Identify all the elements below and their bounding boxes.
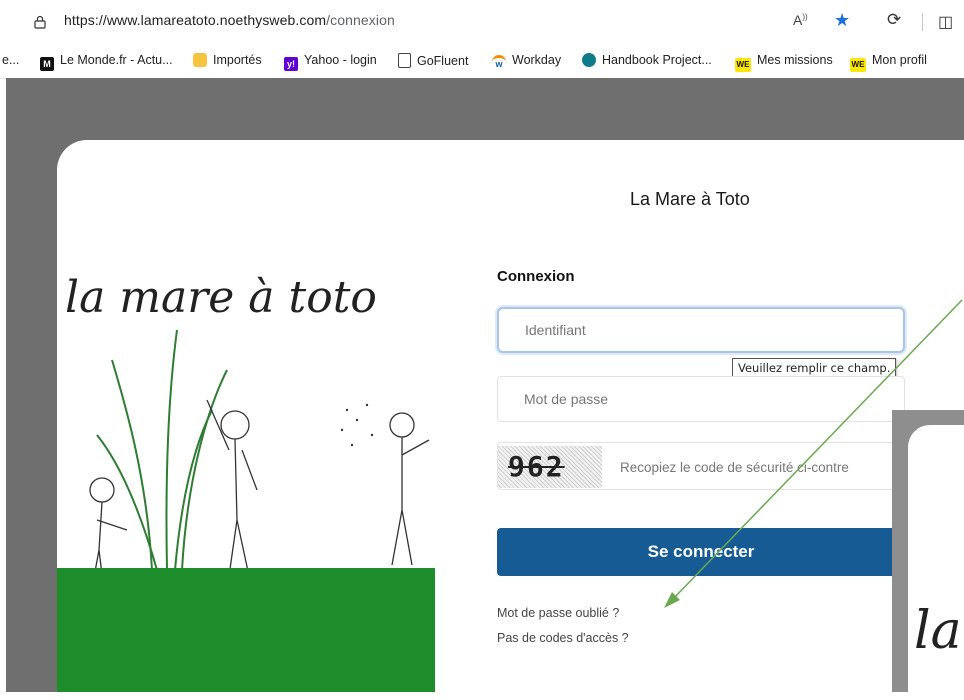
lemonde-icon: M bbox=[40, 57, 54, 71]
url-text[interactable]: https://www.lamareatoto.noethysweb.com/c… bbox=[64, 12, 395, 28]
captcha-input[interactable] bbox=[618, 443, 902, 491]
we-icon: WE bbox=[735, 58, 751, 72]
address-bar[interactable]: https://www.lamareatoto.noethysweb.com/c… bbox=[0, 0, 964, 44]
page-icon bbox=[398, 53, 411, 68]
bookmark-item[interactable]: w Workday bbox=[492, 53, 561, 72]
validation-tooltip: Veuillez remplir ce champ. bbox=[732, 358, 897, 378]
bookmark-label: GoFluent bbox=[417, 54, 469, 68]
bookmark-item[interactable]: y! Yahoo - login bbox=[284, 53, 377, 71]
illustration-image: la mare à toto bbox=[57, 220, 435, 692]
yahoo-icon: y! bbox=[284, 57, 298, 71]
forgot-password-link[interactable]: Mot de passe oublié ? bbox=[497, 606, 619, 620]
password-input[interactable] bbox=[497, 376, 905, 422]
toolbar-divider bbox=[922, 13, 923, 31]
extensions-icon[interactable]: ⟳ bbox=[887, 10, 901, 30]
favorite-star-icon[interactable]: ★ bbox=[834, 10, 850, 31]
we-icon: WE bbox=[850, 58, 866, 72]
bookmarks-bar: e... M Le Monde.fr - Actu... Importés y! Y… bbox=[0, 44, 964, 79]
bookmark-label: Mon profil bbox=[872, 53, 927, 67]
login-heading: Connexion bbox=[497, 268, 575, 285]
site-title: La Mare à Toto bbox=[630, 189, 750, 209]
folder-icon bbox=[193, 53, 207, 67]
bookmark-label: e... bbox=[2, 53, 20, 67]
bookmark-label: Workday bbox=[512, 53, 562, 67]
bookmark-item[interactable]: Handbook Project... bbox=[582, 53, 712, 67]
site-info-icon[interactable] bbox=[33, 15, 47, 29]
bookmark-item[interactable]: WE Mes missions bbox=[735, 53, 833, 72]
bookmark-item[interactable]: Importés bbox=[193, 53, 262, 67]
bookmark-item[interactable]: WE Mon profil bbox=[850, 53, 927, 72]
bookmark-label: Handbook Project... bbox=[602, 53, 712, 67]
no-access-codes-link[interactable]: Pas de codes d'accès ? bbox=[497, 631, 629, 645]
bookmark-item[interactable]: e... bbox=[2, 53, 19, 67]
url-path: /connexion bbox=[326, 12, 395, 28]
overlay-logo-text: la bbox=[914, 601, 962, 661]
login-submit-button[interactable]: Se connecter bbox=[497, 528, 905, 576]
url-host: https://www.lamareatoto.noethysweb.com bbox=[64, 12, 327, 28]
username-input[interactable] bbox=[497, 307, 905, 353]
bookmark-label: Le Monde.fr - Actu... bbox=[60, 53, 173, 67]
bookmark-item[interactable]: M Le Monde.fr - Actu... bbox=[40, 53, 173, 71]
bookmark-label: Yahoo - login bbox=[304, 53, 377, 67]
captcha-field: 962 bbox=[497, 442, 905, 491]
workday-icon: w bbox=[492, 55, 506, 72]
bookmark-label: Importés bbox=[213, 53, 262, 67]
bookmark-item[interactable]: GoFluent bbox=[398, 53, 468, 68]
read-aloud-icon[interactable]: A)) bbox=[793, 12, 808, 28]
overlay-card: la bbox=[908, 425, 964, 692]
grass-area bbox=[57, 568, 435, 692]
captcha-image: 962 bbox=[498, 446, 602, 488]
bookmark-label: Mes missions bbox=[757, 53, 833, 67]
split-screen-icon[interactable]: ◫ bbox=[938, 12, 953, 32]
captcha-code: 962 bbox=[508, 450, 565, 483]
handbook-icon bbox=[582, 53, 596, 67]
